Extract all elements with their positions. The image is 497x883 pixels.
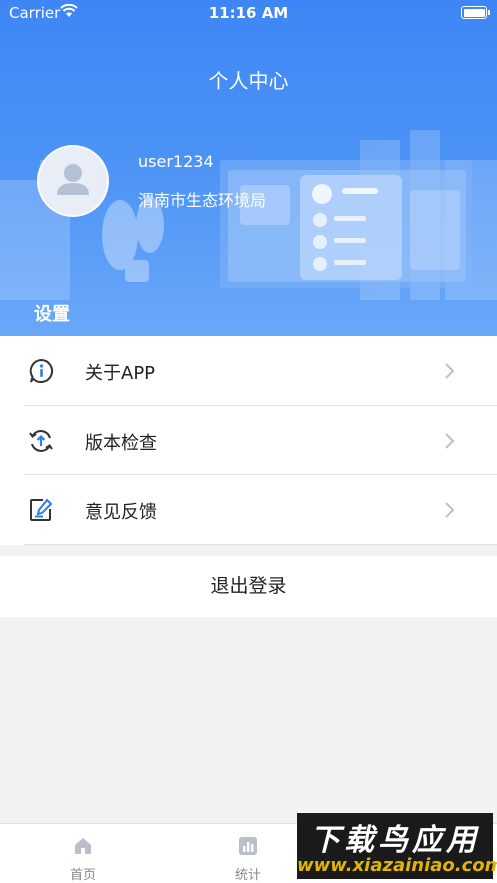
- page-title: 个人中心: [208, 69, 289, 93]
- organization-name: 渭南市生态环境局: [138, 191, 267, 210]
- tab-label: 统计: [234, 868, 261, 883]
- menu-item-feedback[interactable]: 意见反馈: [0, 475, 497, 545]
- clock: 11:16 AM: [208, 4, 289, 22]
- home-icon: [75, 838, 91, 854]
- divider: [24, 543, 497, 545]
- info-icon: [28, 358, 54, 384]
- username: user1234: [138, 152, 214, 171]
- chevron-right-icon: [443, 361, 457, 381]
- menu-item-label: 关于APP: [85, 363, 156, 384]
- menu-item-about-app[interactable]: 关于APP: [0, 336, 497, 406]
- settings-menu: 关于APP 版本检查 意见反馈: [0, 336, 497, 545]
- user-icon: [57, 164, 89, 195]
- menu-item-label: 意见反馈: [85, 502, 157, 523]
- tab-statistics[interactable]: 统计: [193, 824, 303, 883]
- stats-icon: [239, 837, 257, 855]
- tab-home[interactable]: 首页: [28, 824, 138, 883]
- battery-icon: [461, 6, 490, 19]
- watermark-title: 下载鸟应用: [310, 823, 480, 858]
- chevron-right-icon: [443, 431, 457, 451]
- profile-header: Carrier 11:16 AM 个人中心 user1234 渭南市生态环境局 …: [0, 0, 497, 336]
- chevron-right-icon: [443, 500, 457, 520]
- tab-label: 首页: [69, 868, 96, 883]
- status-bar: Carrier 11:16 AM: [0, 0, 497, 26]
- feedback-icon: [28, 497, 54, 523]
- logout-button[interactable]: 退出登录: [0, 556, 497, 617]
- menu-item-version-check[interactable]: 版本检查: [0, 406, 497, 475]
- watermark-url: www.xiazainiao.com: [297, 855, 497, 876]
- menu-item-label: 版本检查: [85, 432, 157, 454]
- avatar[interactable]: [37, 145, 109, 217]
- update-icon: [28, 428, 54, 454]
- settings-section-title: 设置: [34, 304, 70, 325]
- watermark-logo: 下载鸟应用 www.xiazainiao.com: [297, 813, 497, 879]
